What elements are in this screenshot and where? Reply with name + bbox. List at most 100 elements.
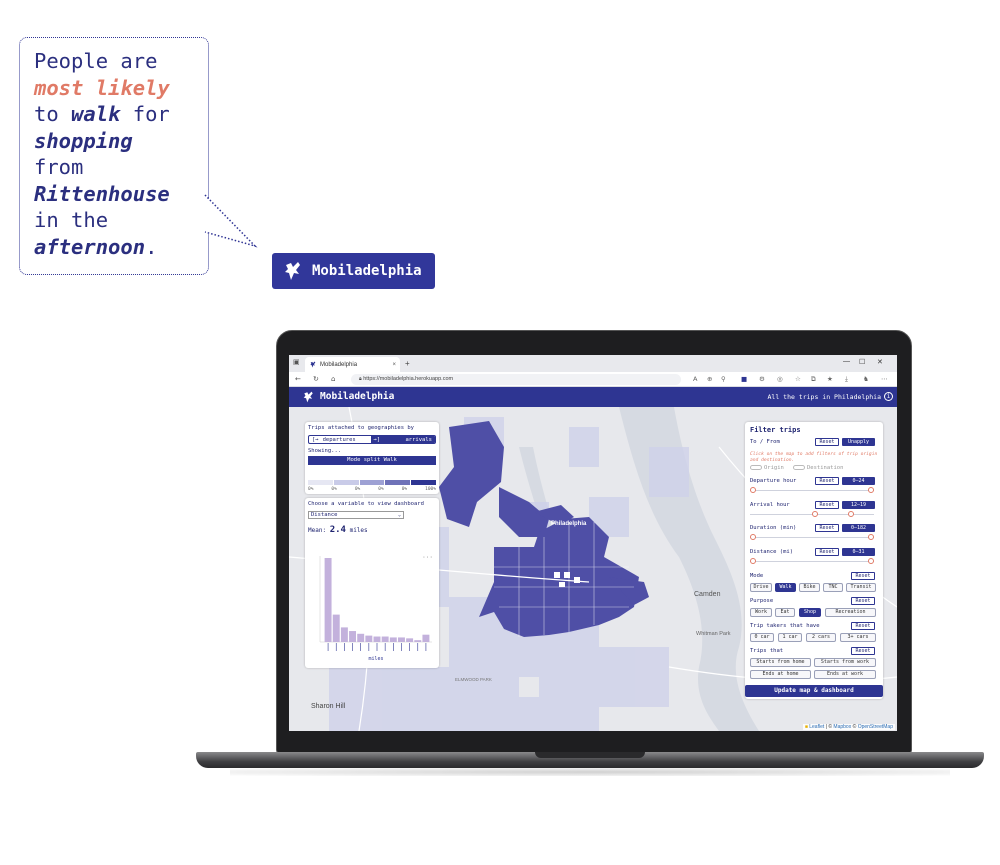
histogram-bar[interactable] xyxy=(414,640,422,642)
back-icon[interactable]: ← xyxy=(295,375,301,383)
profile-icon[interactable]: ♞ xyxy=(863,375,869,383)
update-map-button[interactable]: Update map & dashboard xyxy=(745,685,883,697)
cars-1-chip[interactable]: 1 car xyxy=(778,633,802,642)
read-aloud-icon[interactable]: A xyxy=(693,375,697,383)
slider-handle[interactable] xyxy=(750,487,756,493)
purpose-eat-chip[interactable]: Eat xyxy=(775,608,795,617)
histogram-bar[interactable] xyxy=(365,635,373,642)
purpose-work-chip[interactable]: Work xyxy=(750,608,772,617)
mean-label: Mean: xyxy=(308,527,327,534)
histogram-bar[interactable] xyxy=(349,631,357,642)
arrival-slider[interactable] xyxy=(750,511,874,517)
laptop-notch xyxy=(535,752,645,758)
attrib-osm-link[interactable]: OpenStreetMap xyxy=(858,724,893,730)
departures-label: departures xyxy=(322,436,356,443)
unapply-button[interactable]: Unapply xyxy=(842,438,875,446)
extension-icon[interactable]: ■ xyxy=(741,375,747,383)
variable-select[interactable]: Distance ⌄ xyxy=(308,511,404,519)
scale-tick: 0% xyxy=(401,487,408,492)
tabs-icon[interactable]: ⧉ xyxy=(811,375,816,384)
departure-slider[interactable] xyxy=(750,487,874,493)
tab-actions-icon[interactable]: ▣ xyxy=(293,358,300,366)
slider-handle[interactable] xyxy=(868,534,874,540)
purpose-shop-chip[interactable]: Shop xyxy=(799,608,821,617)
settings-icon[interactable]: ⚙ xyxy=(759,375,765,383)
slider-handle[interactable] xyxy=(750,534,756,540)
slider-handle[interactable] xyxy=(848,511,854,517)
histogram-bar[interactable] xyxy=(389,637,397,642)
starts-from-work-chip[interactable]: Starts from work xyxy=(814,658,876,667)
download-icon[interactable]: ⤓ xyxy=(845,375,848,384)
trip-takers-reset-button[interactable]: Reset xyxy=(851,622,875,630)
destination-radio[interactable]: Destination xyxy=(793,465,843,471)
mode-transit-chip[interactable]: Transit xyxy=(846,583,876,592)
histogram-bar[interactable] xyxy=(422,634,430,642)
mode-split-selector[interactable]: Mode split Walk xyxy=(308,456,436,465)
info-icon[interactable]: i xyxy=(884,392,893,401)
slider-handle[interactable] xyxy=(868,487,874,493)
arrival-reset-button[interactable]: Reset xyxy=(815,501,839,509)
cars-3plus-chip[interactable]: 3+ cars xyxy=(840,633,876,642)
histogram-bar[interactable] xyxy=(406,638,414,642)
address-bar: ← ↻ ⌂ 🔒︎ https://mobiladelphia.herokuapp… xyxy=(289,372,897,387)
home-icon[interactable]: ⌂ xyxy=(331,375,335,383)
histogram-bar[interactable] xyxy=(332,614,340,642)
attrib-mapbox-link[interactable]: Mapbox xyxy=(833,724,851,730)
mode-walk-chip[interactable]: Walk xyxy=(775,583,796,592)
duration-slider[interactable] xyxy=(750,534,874,540)
mode-drive-chip[interactable]: Drive xyxy=(750,583,772,592)
window-close-button[interactable]: ✕ xyxy=(877,358,883,366)
histogram-bar[interactable] xyxy=(357,633,365,642)
app-title[interactable]: Mobiladelphia xyxy=(320,391,394,402)
browser-tab[interactable]: Mobiladelphia × xyxy=(305,357,400,372)
histogram-bar[interactable] xyxy=(397,637,405,642)
refresh-icon[interactable]: ↻ xyxy=(313,375,319,383)
insight-line-3c: for xyxy=(120,102,170,126)
new-tab-button[interactable]: + xyxy=(405,359,410,368)
origin-radio[interactable]: Origin xyxy=(750,465,784,471)
minimize-button[interactable]: — xyxy=(843,358,850,365)
departures-toggle[interactable]: [→ departures xyxy=(309,436,371,443)
departure-reset-button[interactable]: Reset xyxy=(815,477,839,485)
slider-handle[interactable] xyxy=(868,558,874,564)
arrivals-toggle[interactable]: →] arrivals xyxy=(370,436,435,443)
starts-from-home-chip[interactable]: Starts from home xyxy=(750,658,811,667)
purpose-reset-button[interactable]: Reset xyxy=(851,597,875,605)
distance-reset-button[interactable]: Reset xyxy=(815,548,839,556)
slider-handle[interactable] xyxy=(812,511,818,517)
mode-bike-chip[interactable]: Bike xyxy=(799,583,820,592)
maximize-button[interactable]: ☐ xyxy=(859,358,865,366)
duration-reset-button[interactable]: Reset xyxy=(815,524,839,532)
trip-takers-label: Trip takers that have xyxy=(750,623,820,629)
histogram-bar[interactable] xyxy=(373,636,381,642)
to-from-reset-button[interactable]: Reset xyxy=(815,438,839,446)
app-logo-icon[interactable] xyxy=(303,391,314,403)
histogram-bar[interactable] xyxy=(340,627,348,642)
favorite-icon[interactable]: ☆ xyxy=(795,375,801,383)
purpose-recreation-chip[interactable]: Recreation xyxy=(825,608,876,617)
slider-handle[interactable] xyxy=(750,558,756,564)
mode-reset-button[interactable]: Reset xyxy=(851,572,875,580)
ends-at-work-chip[interactable]: Ends at work xyxy=(814,670,876,679)
tab-close-icon[interactable]: × xyxy=(392,362,396,368)
cars-0-chip[interactable]: 0 car xyxy=(750,633,774,642)
zoom-icon[interactable]: ⊕ xyxy=(707,375,712,383)
distance-slider[interactable] xyxy=(750,558,874,564)
bookmarks-icon[interactable]: ★ xyxy=(827,375,833,383)
attrib-leaflet-link[interactable]: Leaflet xyxy=(809,724,824,730)
trips-that-reset-button[interactable]: Reset xyxy=(851,647,875,655)
menu-icon[interactable]: ⋯ xyxy=(881,375,888,383)
scale-tick: 0% xyxy=(354,487,361,492)
ends-at-home-chip[interactable]: Ends at home xyxy=(750,670,811,679)
insight-line-5: from xyxy=(34,155,84,179)
sync-icon[interactable]: ◎ xyxy=(777,375,783,383)
mode-tnc-chip[interactable]: TNC xyxy=(823,583,843,592)
url-field[interactable]: 🔒︎ https://mobiladelphia.herokuapp.com xyxy=(351,374,681,385)
histogram-bar[interactable] xyxy=(324,558,332,642)
insight-line-1: People are xyxy=(34,49,158,73)
arrivals-icon: →] xyxy=(373,436,381,443)
collections-icon[interactable]: ⚲ xyxy=(721,375,726,383)
cars-2-chip[interactable]: 2 cars xyxy=(806,633,836,642)
insight-line-7: in the xyxy=(34,208,109,232)
histogram-bar[interactable] xyxy=(381,636,389,642)
